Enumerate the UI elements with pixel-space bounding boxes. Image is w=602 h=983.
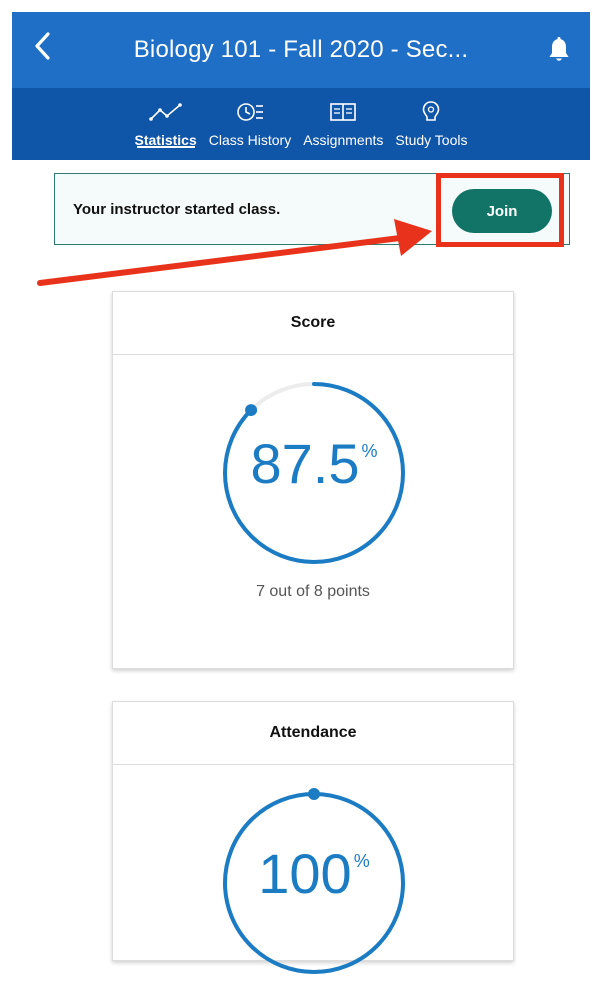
score-value: 87.5% [113, 431, 515, 496]
tab-assignments[interactable]: Assignments [297, 88, 389, 160]
score-card-title: Score [113, 292, 513, 355]
tab-label: Class History [208, 132, 292, 148]
score-progress-dot [245, 404, 258, 417]
score-percent-sign: % [361, 441, 378, 461]
line-chart-icon [148, 100, 183, 124]
score-number: 87.5 [250, 432, 360, 495]
tab-label: Study Tools [395, 132, 468, 148]
attendance-value: 100% [113, 841, 515, 906]
attendance-card-title: Attendance [113, 702, 513, 765]
app-header: Biology 101 - Fall 2020 - Sec... [12, 12, 590, 88]
attendance-progress-dot [308, 788, 320, 800]
attendance-ring: 100% [113, 783, 515, 983]
bell-icon[interactable] [542, 30, 576, 70]
score-points: 7 out of 8 points [256, 583, 370, 600]
tab-label: Statistics [134, 132, 197, 148]
book-icon [329, 100, 357, 124]
history-icon [236, 100, 264, 124]
tab-statistics[interactable]: Statistics [129, 88, 203, 160]
attendance-percent-sign: % [353, 851, 370, 871]
tab-bar: Statistics Class History Assignments Stu… [12, 88, 590, 160]
chevron-left-icon[interactable] [26, 26, 60, 66]
tab-class-history[interactable]: Class History [203, 88, 297, 160]
banner-message: Your instructor started class. [73, 200, 281, 218]
join-button[interactable]: Join [452, 189, 552, 233]
attendance-number: 100 [258, 842, 352, 905]
tab-label: Assignments [303, 132, 384, 148]
tab-study-tools[interactable]: Study Tools [389, 88, 473, 160]
score-card: Score 87.5% 7 out of 8 points [112, 291, 514, 669]
score-ring: 87.5% [113, 373, 515, 573]
attendance-card: Attendance 100% [112, 701, 514, 974]
lightbulb-icon [421, 100, 441, 124]
page-title: Biology 101 - Fall 2020 - Sec... [133, 36, 469, 63]
